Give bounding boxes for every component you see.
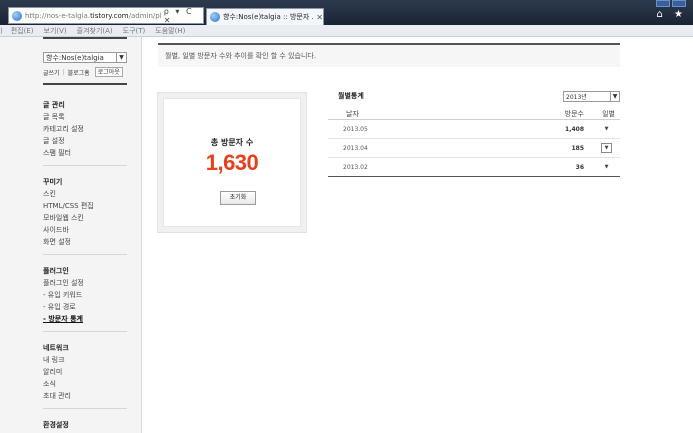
menu-item-view[interactable]: 보기(V) bbox=[44, 26, 67, 36]
reset-button[interactable]: 초기화 bbox=[220, 191, 256, 205]
column-header-daily: 일별 bbox=[602, 110, 615, 118]
sidebar-rule bbox=[43, 83, 127, 85]
menu-item-edit[interactable]: 편집(E) bbox=[11, 26, 34, 36]
sidebar-top-rule bbox=[43, 37, 127, 39]
sidebar-item-sidebar[interactable]: 사이드바 bbox=[43, 224, 127, 236]
admin-sidebar: 향수:Nos(e)talgia ▼ 글쓰기 | 블로그홈 로그아웃 글 관리 글… bbox=[0, 37, 142, 433]
menu-item-favorites[interactable]: 즐겨찾기(A) bbox=[77, 26, 113, 36]
row-date: 2013.02 bbox=[343, 164, 368, 171]
section-divider bbox=[43, 254, 127, 255]
chevron-down-icon: ▼ bbox=[116, 53, 126, 62]
sidebar-item-my-links[interactable]: 내 링크 bbox=[43, 354, 127, 366]
daily-expand-icon[interactable]: ▼ bbox=[601, 124, 612, 134]
sidebar-section-posts: 글 관리 글 목록 카테고리 설정 글 설정 스팸 필터 bbox=[43, 99, 127, 159]
section-title: 플러그인 bbox=[43, 267, 69, 275]
table-row: 2013.05 1,408 ▼ bbox=[328, 120, 620, 139]
sidebar-item-visitor-stats[interactable]: - 방문자 통계 bbox=[43, 313, 127, 325]
sidebar-section-preferences: 환경설정 bbox=[43, 419, 127, 431]
sidebar-section-network: 네트워크 내 링크 알리미 소식 초대 관리 bbox=[43, 342, 127, 402]
total-visitors-label: 총 방문자 수 bbox=[210, 138, 254, 147]
daily-expand-icon[interactable]: ▼ bbox=[601, 143, 612, 153]
year-select[interactable]: 2013년 ▼ bbox=[563, 91, 620, 102]
window-decoration bbox=[656, 0, 670, 7]
sidebar-item-spam-filter[interactable]: 스팸 필터 bbox=[43, 147, 127, 159]
address-bar[interactable]: http://nos-e-talgia.tistory.com/admin/pl… bbox=[8, 7, 204, 25]
window-decoration bbox=[672, 0, 686, 7]
row-visitors: 185 bbox=[571, 145, 584, 152]
blog-select[interactable]: 향수:Nos(e)talgia ▼ bbox=[43, 52, 127, 63]
site-globe-icon bbox=[12, 10, 22, 21]
column-header-date: 날자 bbox=[346, 110, 359, 118]
sidebar-item-screen-settings[interactable]: 화면 설정 bbox=[43, 236, 127, 248]
sidebar-item-plugin-settings[interactable]: 플러그인 설정 bbox=[43, 277, 127, 289]
menu-item-help[interactable]: 도움말(H) bbox=[155, 26, 185, 36]
tab-close-icon[interactable]: ✕ bbox=[316, 13, 323, 22]
blog-home-link[interactable]: 블로그홈 bbox=[68, 68, 90, 77]
menu-item-partial[interactable]: ) bbox=[0, 27, 3, 35]
monthly-stats-table: 월별통계 2013년 ▼ 날자 방문수 일별 2013.05 1,408 ▼ 2… bbox=[328, 88, 620, 177]
browser-tab[interactable]: 향수:Nos(e)talgia :: 방문자 ... ✕ bbox=[206, 8, 324, 25]
table-header: 날자 방문수 일별 bbox=[328, 108, 620, 120]
browser-toolbar: http://nos-e-talgia.tistory.com/admin/pl… bbox=[0, 0, 693, 25]
sidebar-section-plugins: 플러그인 플러그인 설정 - 유입 키워드 - 유입 경로 - 방문자 통계 bbox=[43, 265, 127, 325]
sidebar-item-category-settings[interactable]: 카테고리 설정 bbox=[43, 123, 127, 135]
address-url: http://nos-e-talgia.tistory.com/admin/pl… bbox=[25, 11, 162, 20]
page-description: 월별, 일별 방문자 수와 추이를 확인 할 수 있습니다. bbox=[158, 45, 620, 67]
section-title: 꾸미기 bbox=[43, 178, 63, 186]
sidebar-item-invites[interactable]: 초대 관리 bbox=[43, 390, 127, 402]
sidebar-item-news[interactable]: 소식 bbox=[43, 378, 127, 390]
row-visitors: 1,408 bbox=[565, 126, 584, 133]
row-visitors: 36 bbox=[575, 164, 584, 171]
row-date: 2013.04 bbox=[343, 145, 368, 152]
sidebar-item-skin[interactable]: 스킨 bbox=[43, 188, 127, 200]
section-divider bbox=[43, 408, 127, 409]
sidebar-item-inflow-keywords[interactable]: - 유입 키워드 bbox=[43, 289, 127, 301]
sidebar-item-inflow-paths[interactable]: - 유입 경로 bbox=[43, 301, 127, 313]
section-title: 네트워크 bbox=[43, 344, 69, 352]
sidebar-item-post-list[interactable]: 글 목록 bbox=[43, 111, 127, 123]
table-row: 2013.04 185 ▼ bbox=[328, 139, 620, 158]
chevron-down-icon: ▼ bbox=[610, 92, 619, 101]
row-date: 2013.05 bbox=[343, 126, 368, 133]
sidebar-item-notifier[interactable]: 알리미 bbox=[43, 366, 127, 378]
section-divider bbox=[43, 331, 127, 332]
section-divider bbox=[43, 165, 127, 166]
sidebar-item-mobile-skin[interactable]: 모바일웹 스킨 bbox=[43, 212, 127, 224]
logout-button[interactable]: 로그아웃 bbox=[94, 67, 123, 77]
section-title[interactable]: 환경설정 bbox=[43, 419, 127, 431]
menu-bar: ) 편집(E) 보기(V) 즐겨찾기(A) 도구(T) 도움말(H) bbox=[0, 25, 693, 37]
sidebar-item-html-css[interactable]: HTML/CSS 편집 bbox=[43, 200, 127, 212]
write-link[interactable]: 글쓰기 bbox=[43, 68, 60, 77]
daily-expand-icon[interactable]: ▼ bbox=[601, 162, 612, 172]
link-separator: | bbox=[62, 68, 65, 76]
sidebar-section-design: 꾸미기 스킨 HTML/CSS 편집 모바일웹 스킨 사이드바 화면 설정 bbox=[43, 176, 127, 248]
sidebar-quick-links: 글쓰기 | 블로그홈 로그아웃 bbox=[43, 67, 127, 77]
stats-title: 월별통계 bbox=[338, 92, 364, 100]
tab-favicon-icon bbox=[210, 12, 220, 22]
table-row: 2013.02 36 ▼ bbox=[328, 158, 620, 177]
total-visitors-card: 총 방문자 수 1,630 초기화 bbox=[157, 92, 307, 233]
address-controls[interactable]: ρ ▾ C ✕ bbox=[164, 7, 203, 25]
tab-title: 향수:Nos(e)talgia :: 방문자 ... bbox=[223, 13, 314, 21]
column-header-visitors: 방문수 bbox=[564, 110, 584, 118]
menu-item-tools[interactable]: 도구(T) bbox=[123, 26, 146, 36]
sidebar-item-post-settings[interactable]: 글 설정 bbox=[43, 135, 127, 147]
home-favorites-icons[interactable]: ⌂ ★ bbox=[657, 9, 688, 20]
section-title: 글 관리 bbox=[43, 101, 65, 109]
total-visitors-value: 1,630 bbox=[205, 150, 259, 175]
